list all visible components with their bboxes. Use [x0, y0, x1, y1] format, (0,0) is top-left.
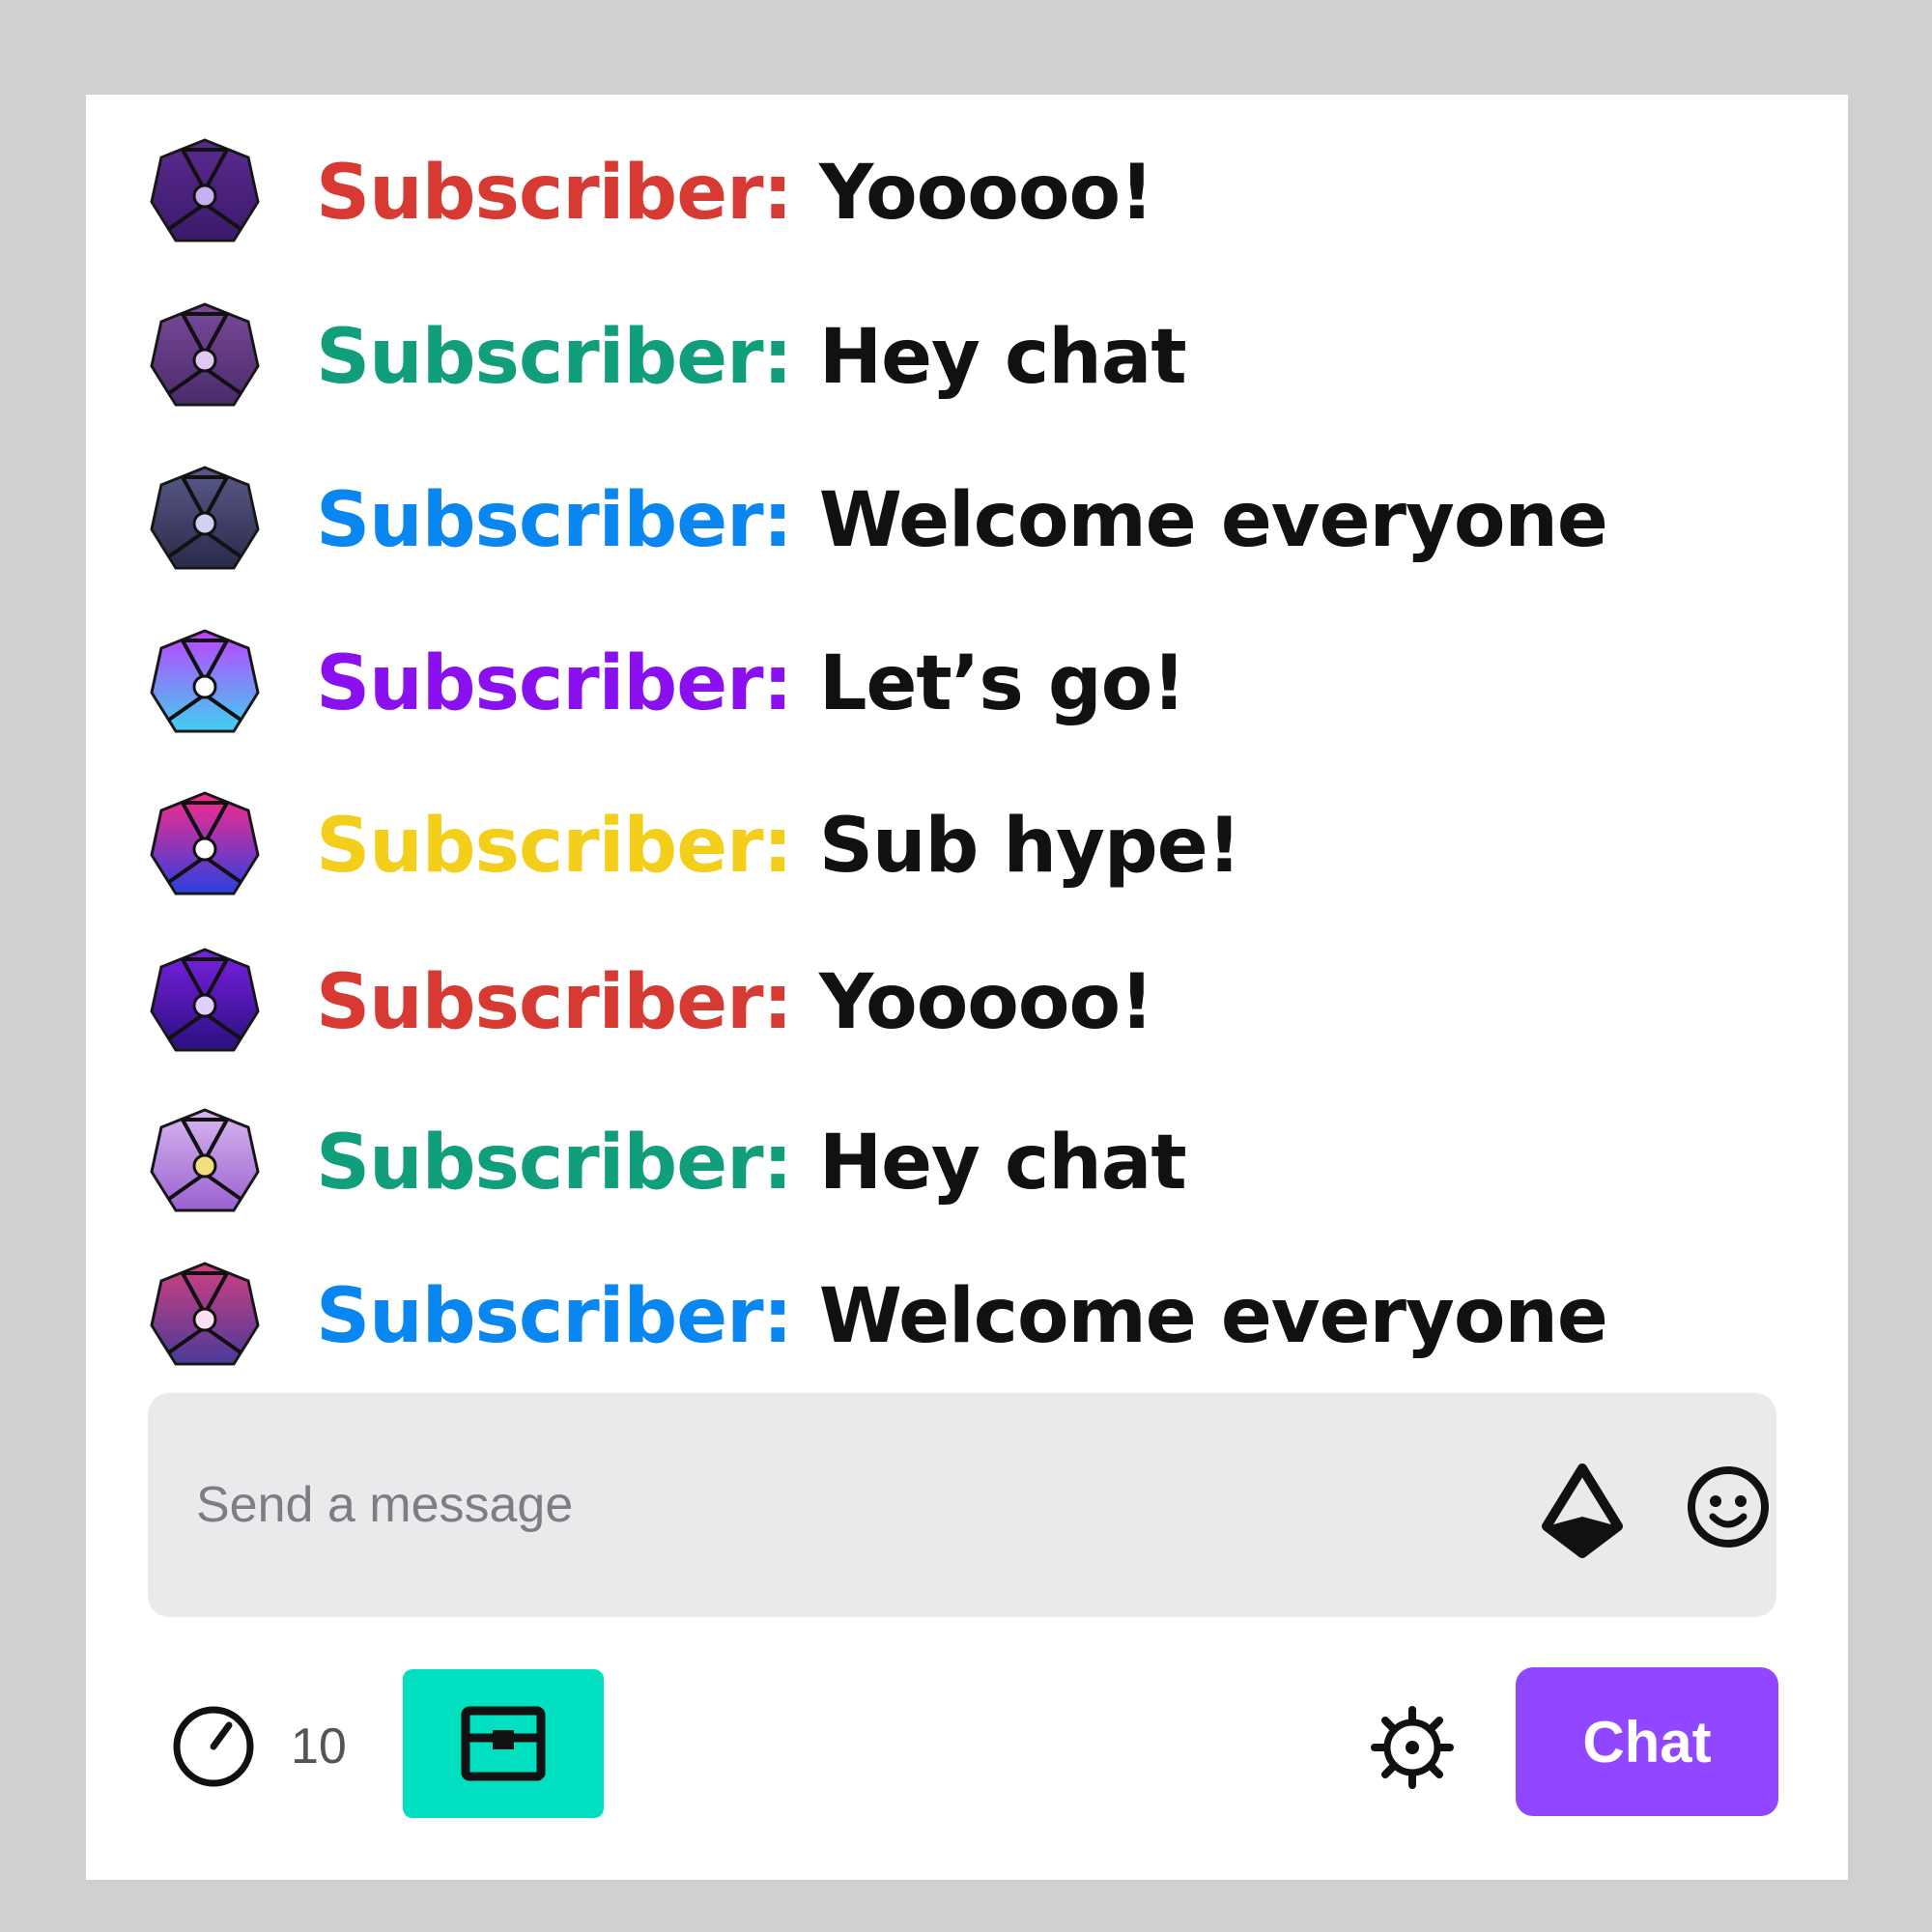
message-text: Yooooo! [818, 150, 1154, 237]
rewards-button[interactable] [403, 1669, 604, 1818]
message-text: Yooooo! [818, 959, 1154, 1046]
chat-send-button[interactable]: Chat [1516, 1667, 1778, 1816]
subscriber-badge-icon[interactable] [148, 946, 262, 1060]
chat-message: Subscriber: Hey chat [148, 299, 1187, 415]
chat-message: Subscriber: Yooooo! [148, 945, 1154, 1061]
message-author[interactable]: Subscriber: [316, 1273, 793, 1360]
message-text: Hey chat [818, 314, 1187, 401]
gear-icon[interactable] [1369, 1704, 1456, 1791]
message-text: Hey chat [818, 1120, 1187, 1207]
message-text: Let’s go! [818, 640, 1186, 727]
message-text: Welcome everyone [818, 1273, 1608, 1360]
message-author[interactable]: Subscriber: [316, 1120, 793, 1207]
message-author[interactable]: Subscriber: [316, 959, 793, 1046]
chat-message: Subscriber: Yooooo! [148, 135, 1154, 251]
subscriber-badge-icon[interactable] [148, 464, 262, 578]
subscriber-badge-icon[interactable] [148, 1260, 262, 1374]
message-author[interactable]: Subscriber: [316, 150, 793, 237]
message-author[interactable]: Subscriber: [316, 803, 793, 890]
subscriber-badge-icon[interactable] [148, 1106, 262, 1220]
message-text: Welcome everyone [818, 477, 1608, 564]
chat-message: Subscriber: Welcome everyone [148, 1259, 1608, 1375]
subscriber-badge-icon[interactable] [148, 136, 262, 250]
channel-points-count: 10 [291, 1719, 347, 1775]
subscriber-badge-icon[interactable] [148, 300, 262, 414]
treasure-chest-icon [461, 1706, 546, 1781]
message-text: Sub hype! [818, 803, 1241, 890]
subscriber-badge-icon[interactable] [148, 789, 262, 903]
chat-input[interactable]: Send a message [148, 1393, 1776, 1617]
message-author[interactable]: Subscriber: [316, 640, 793, 727]
chat-message: Subscriber: Welcome everyone [148, 463, 1608, 579]
message-author[interactable]: Subscriber: [316, 477, 793, 564]
chat-input-placeholder: Send a message [196, 1477, 574, 1533]
bits-icon[interactable] [1539, 1463, 1626, 1559]
chat-panel: Subscriber: Yooooo! Subscriber: Hey chat Sub… [86, 95, 1848, 1880]
chat-message: Subscriber: Hey chat [148, 1105, 1187, 1221]
chat-message: Subscriber: Sub hype! [148, 788, 1241, 904]
chat-message: Subscriber: Let’s go! [148, 626, 1186, 742]
channel-points-icon[interactable] [169, 1702, 258, 1791]
smiley-icon[interactable] [1684, 1463, 1773, 1551]
message-author[interactable]: Subscriber: [316, 314, 793, 401]
subscriber-badge-icon[interactable] [148, 627, 262, 741]
